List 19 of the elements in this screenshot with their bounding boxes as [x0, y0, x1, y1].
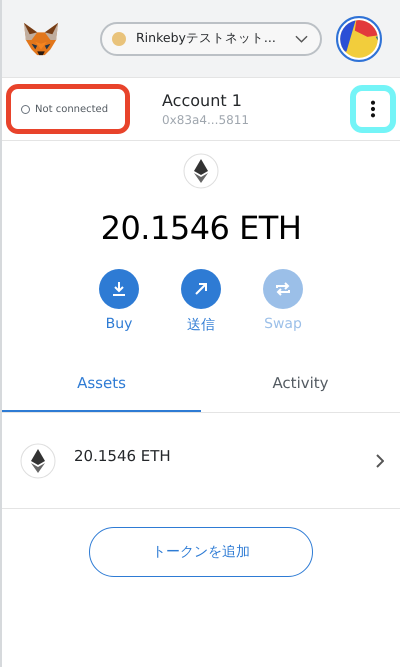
network-dropdown[interactable]: Rinkebyテストネット...: [100, 22, 322, 56]
asset-row[interactable]: 20.1546 ETH: [2, 413, 400, 509]
fox-icon[interactable]: [22, 20, 60, 56]
add-token-button[interactable]: トークンを追加: [89, 527, 313, 577]
connection-status[interactable]: Not connected: [6, 84, 130, 134]
chevron-down-icon: [295, 34, 308, 42]
ethereum-icon: [183, 153, 219, 189]
account-address[interactable]: 0x83a4...5811: [162, 113, 249, 127]
send-button[interactable]: 送信: [170, 269, 232, 334]
chevron-right-icon: [376, 454, 384, 468]
balance-amount: 20.1546 ETH: [100, 209, 302, 247]
asset-amount: 20.1546 ETH: [74, 446, 171, 464]
more-icon: [370, 100, 376, 118]
buy-button[interactable]: Buy: [88, 269, 150, 334]
ethereum-icon: [20, 442, 56, 478]
account-name[interactable]: Account 1: [162, 91, 249, 110]
tab[interactable]: Assets: [2, 356, 201, 412]
avatar-icon[interactable]: [336, 16, 382, 62]
tab[interactable]: Activity: [201, 356, 400, 412]
